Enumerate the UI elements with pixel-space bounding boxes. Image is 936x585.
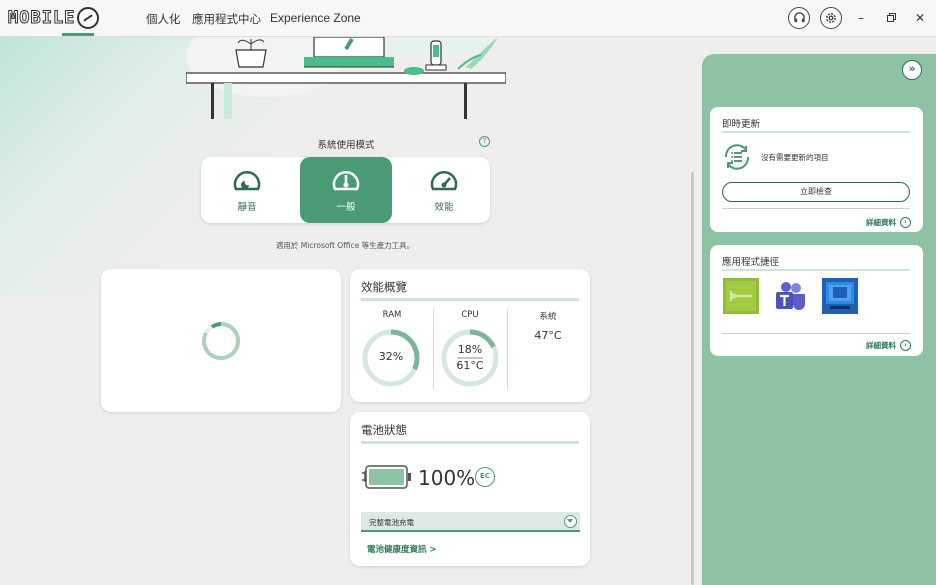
- gear-icon[interactable]: [820, 7, 842, 29]
- collapse-panel-icon[interactable]: »: [902, 60, 922, 80]
- system-label: 系統: [539, 312, 557, 322]
- ram-label: RAM: [382, 310, 402, 320]
- mode-performance-label: 效能: [434, 202, 454, 213]
- cpu-temp: 61°C: [456, 359, 484, 372]
- shortcuts-title: 應用程式捷徑: [722, 257, 780, 268]
- cpu-ring: [441, 329, 499, 387]
- normal-gauge-icon: [332, 171, 360, 191]
- shortcuts-detail-link[interactable]: 詳細資料 ›: [866, 340, 911, 351]
- nav-app-center[interactable]: 應用程式中心: [192, 11, 261, 27]
- close-button[interactable]: ✕: [912, 10, 928, 26]
- battery-fill: [369, 469, 404, 485]
- battery-title: 電池狀態: [361, 423, 407, 437]
- performance-gauge-icon: [430, 171, 458, 191]
- charge-mode-label: 完整電池充電: [369, 518, 414, 527]
- check-now-button[interactable]: 立即檢查: [722, 182, 910, 202]
- ram-value: 32%: [378, 350, 404, 363]
- loading-spinner-icon: [202, 322, 240, 360]
- update-list-icon: [724, 144, 750, 170]
- mode-description: 適用於 Microsoft Office 等生產力工具。: [275, 241, 415, 250]
- mode-normal-button[interactable]: 一般: [300, 157, 392, 223]
- battery-icon: [362, 465, 411, 489]
- mode-title: 系統使用模式: [317, 140, 375, 151]
- battery-divider: [361, 441, 579, 444]
- chevron-right-icon: ›: [900, 340, 911, 351]
- performance-divider: [361, 298, 579, 301]
- teams-icon[interactable]: [772, 278, 808, 314]
- mode-performance-button[interactable]: 效能: [398, 157, 490, 223]
- updates-card: 即時更新 沒有需要更新的項目 立即檢查 詳細資料 ›: [710, 107, 923, 232]
- mode-selector: 靜音 一般 效能: [201, 157, 490, 223]
- chevron-down-icon[interactable]: [564, 515, 577, 528]
- nav-personalize[interactable]: 個人化: [146, 11, 181, 27]
- battery-level: 100%: [418, 466, 476, 490]
- desktop-app-icon[interactable]: [822, 278, 858, 314]
- restore-button[interactable]: [883, 10, 899, 26]
- updates-detail-label: 詳細資料: [866, 218, 896, 227]
- column-divider: [507, 309, 508, 389]
- cpu-label: CPU: [461, 310, 479, 320]
- shortcuts-bottom-divider: [722, 333, 910, 334]
- chevron-right-icon: ›: [900, 217, 911, 228]
- updates-title: 即時更新: [722, 119, 761, 130]
- eco-mode-icon[interactable]: EC: [475, 467, 495, 487]
- cpu-usage: 18%: [457, 343, 483, 356]
- battery-health-link[interactable]: 電池健康度資訊 >: [367, 543, 437, 555]
- shortcuts-divider: [722, 269, 910, 271]
- nav-active-indicator: [62, 33, 94, 36]
- quiet-gauge-icon: [233, 171, 261, 191]
- headset-icon[interactable]: [788, 7, 810, 29]
- audio-app-icon[interactable]: [723, 278, 759, 314]
- update-status: 沒有需要更新的項目: [761, 153, 829, 162]
- updates-divider: [722, 131, 910, 133]
- title-bar: MOBILE 個人化 應用程式中心 Experience Zone – ✕: [0, 0, 936, 37]
- mode-quiet-label: 靜音: [237, 202, 257, 213]
- shortcuts-detail-label: 詳細資料: [866, 341, 896, 350]
- mode-quiet-button[interactable]: 靜音: [201, 157, 293, 223]
- performance-title: 效能概覽: [361, 280, 407, 294]
- mode-normal-label: 一般: [336, 202, 356, 213]
- charge-mode-dropdown[interactable]: 完整電池充電: [361, 512, 580, 532]
- help-icon[interactable]: ?: [479, 136, 490, 147]
- minimize-button[interactable]: –: [853, 10, 869, 26]
- updates-bottom-divider: [722, 208, 910, 209]
- shortcuts-card: 應用程式捷徑 詳細資料 ›: [710, 245, 923, 356]
- scrollbar[interactable]: [691, 172, 694, 585]
- updates-detail-link[interactable]: 詳細資料 ›: [866, 217, 911, 228]
- app-logo: MOBILE: [7, 6, 100, 30]
- logo-badge-icon: [77, 7, 100, 29]
- column-divider: [433, 309, 434, 389]
- nav-experience-zone[interactable]: Experience Zone: [270, 11, 361, 25]
- system-temp: 47°C: [534, 329, 562, 342]
- desk-illustration: [186, 37, 506, 119]
